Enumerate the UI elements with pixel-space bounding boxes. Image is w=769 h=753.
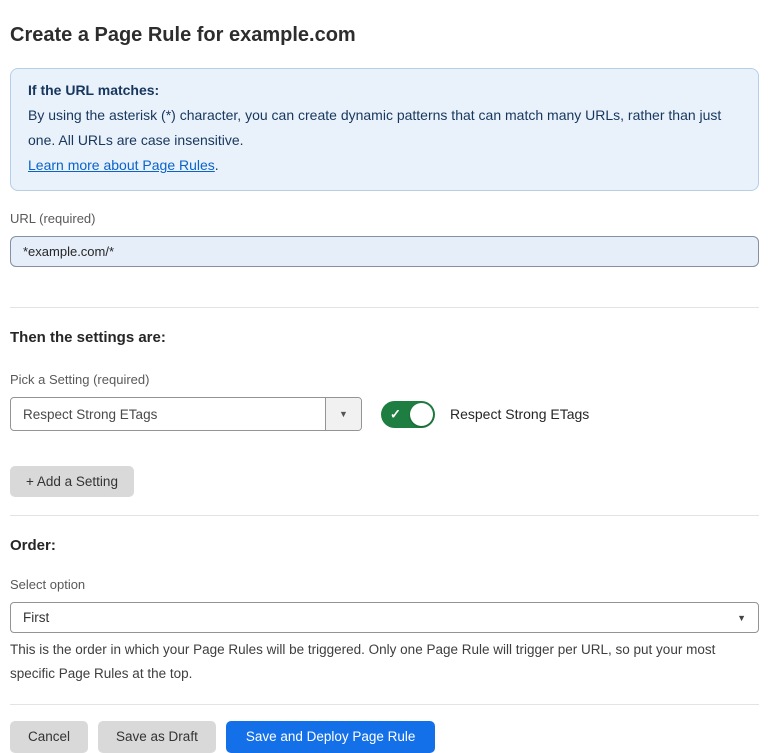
setting-select-dropdown[interactable]: Respect Strong ETags ▼	[10, 397, 362, 431]
url-input[interactable]	[10, 236, 759, 267]
setting-toggle-switch[interactable]: ✓	[381, 401, 435, 428]
setting-select-arrow-button[interactable]: ▼	[325, 398, 361, 430]
footer-buttons: Cancel Save as Draft Save and Deploy Pag…	[10, 721, 759, 753]
url-match-info-box: If the URL matches: By using the asteris…	[10, 68, 759, 191]
chevron-down-icon: ▼	[737, 613, 746, 623]
footer-divider	[10, 704, 759, 705]
page-rule-form: Create a Page Rule for example.com If th…	[0, 0, 769, 753]
check-icon: ✓	[390, 408, 401, 421]
toggle-knob	[410, 403, 433, 426]
cancel-button[interactable]: Cancel	[10, 721, 88, 753]
order-select-dropdown[interactable]: First ▼	[10, 602, 759, 633]
settings-section-heading: Then the settings are:	[10, 328, 759, 348]
save-and-deploy-button[interactable]: Save and Deploy Page Rule	[226, 721, 436, 753]
order-select-value: First	[23, 610, 49, 625]
setting-toggle-group: ✓ Respect Strong ETags	[381, 401, 589, 428]
order-section-heading: Order:	[10, 536, 759, 556]
order-select-label: Select option	[10, 577, 759, 593]
setting-toggle-label: Respect Strong ETags	[450, 406, 589, 422]
chevron-down-icon: ▼	[339, 409, 348, 419]
page-title: Create a Page Rule for example.com	[10, 22, 759, 49]
url-field-label: URL (required)	[10, 211, 759, 227]
setting-row: Respect Strong ETags ▼ ✓ Respect Strong …	[10, 397, 759, 431]
link-period: .	[215, 157, 219, 173]
setting-select-value: Respect Strong ETags	[11, 398, 325, 430]
section-divider	[10, 515, 759, 516]
info-box-link-line: Learn more about Page Rules.	[28, 153, 741, 178]
add-setting-button[interactable]: + Add a Setting	[10, 466, 134, 497]
setting-picker-label: Pick a Setting (required)	[10, 372, 759, 388]
learn-more-link[interactable]: Learn more about Page Rules	[28, 157, 215, 173]
save-as-draft-button[interactable]: Save as Draft	[98, 721, 216, 753]
info-box-body: By using the asterisk (*) character, you…	[28, 103, 741, 153]
section-divider	[10, 307, 759, 308]
info-box-heading: If the URL matches:	[28, 78, 741, 103]
order-help-text: This is the order in which your Page Rul…	[10, 638, 759, 686]
